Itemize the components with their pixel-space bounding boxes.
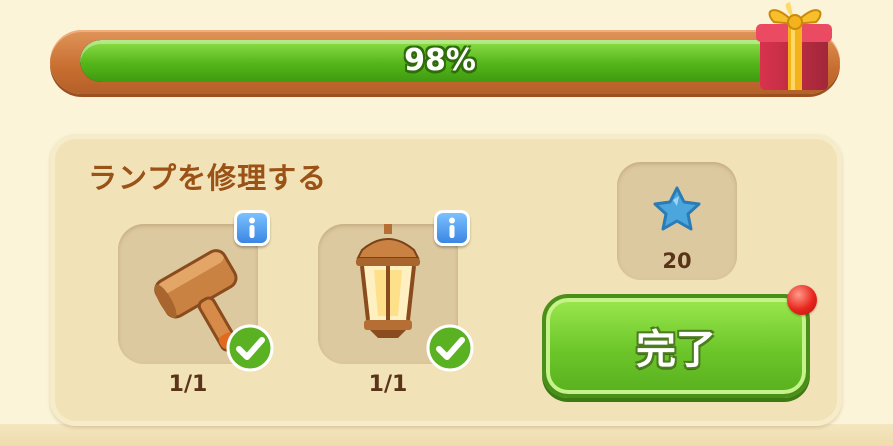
info-button-mallet[interactable] <box>234 210 270 246</box>
complete-button[interactable]: 完了 <box>542 294 810 398</box>
item-count-lantern: 1/1 <box>368 372 408 397</box>
task-title: ランプを修理する <box>88 161 328 195</box>
gift-box-icon[interactable] <box>752 0 836 96</box>
complete-button-label: 完了 <box>636 327 716 373</box>
notification-dot <box>787 285 817 315</box>
progress-percent-label: 98% <box>404 43 476 78</box>
reward-count: 20 <box>662 249 692 273</box>
bottom-strip <box>0 424 893 446</box>
info-icon <box>449 217 455 238</box>
item-count-mallet: 1/1 <box>168 372 208 397</box>
checkmark-icon <box>426 324 474 372</box>
info-button-lantern[interactable] <box>434 210 470 246</box>
blue-star-icon <box>653 186 701 231</box>
info-icon <box>249 217 255 238</box>
checkmark-icon <box>226 324 274 372</box>
